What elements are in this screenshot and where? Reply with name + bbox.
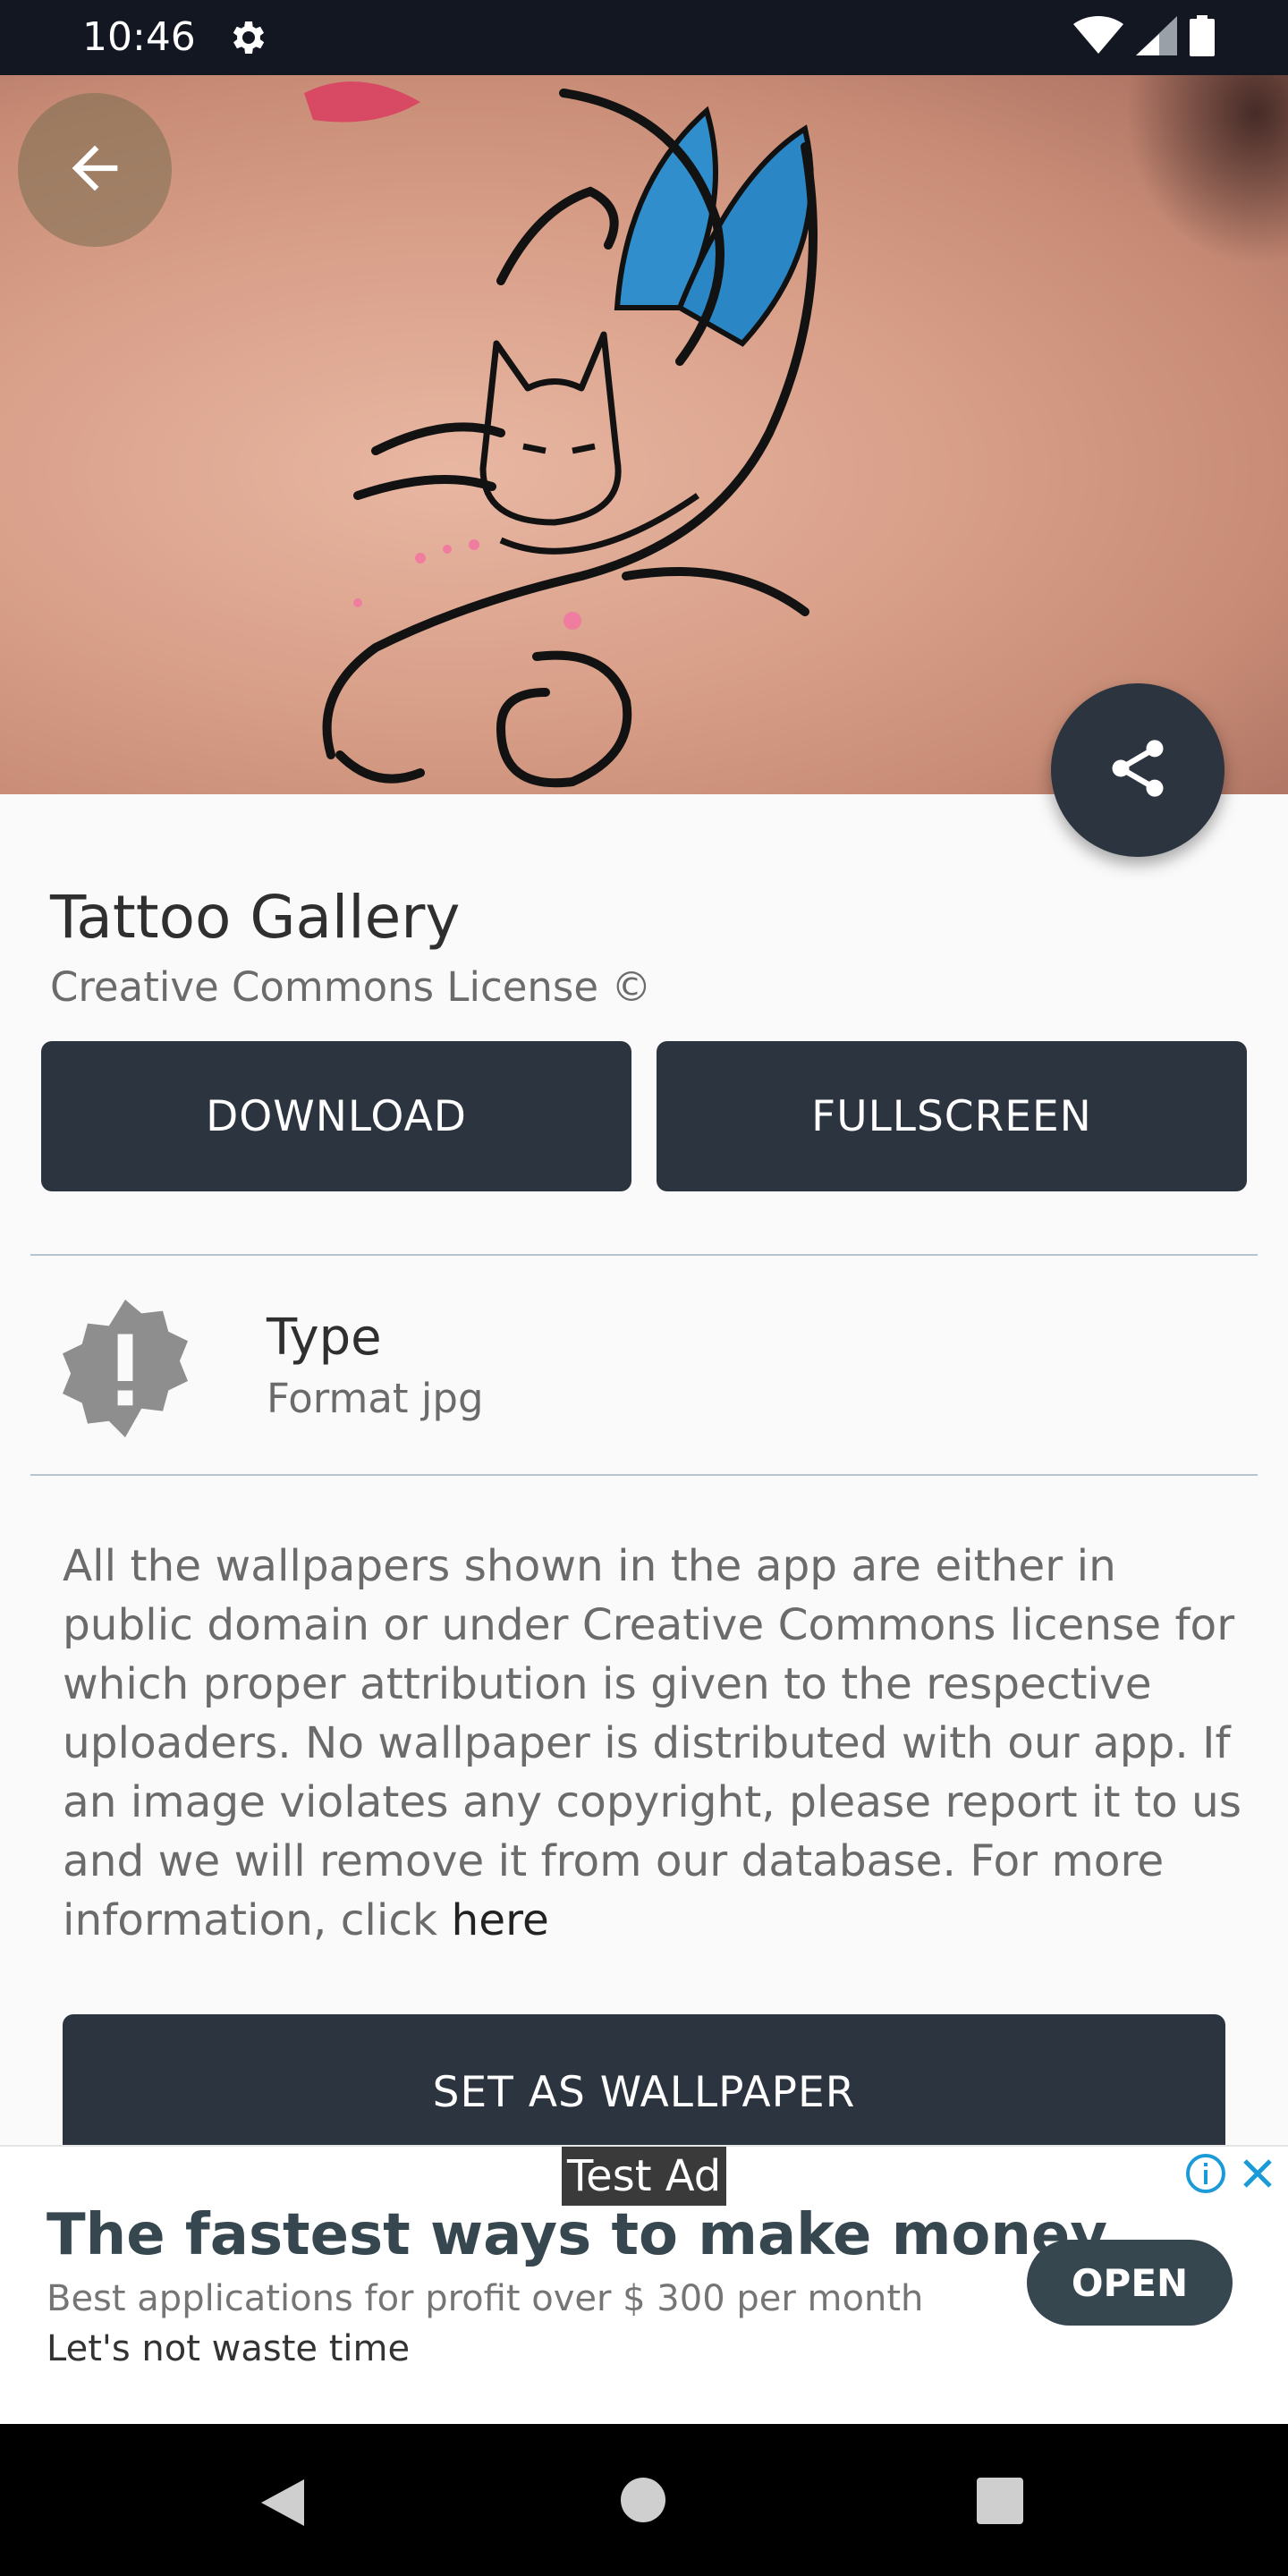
divider (30, 1474, 1258, 1476)
info-type-value: Format jpg (267, 1375, 484, 1422)
status-bar: 10:46 (0, 0, 1288, 75)
nav-recents-icon[interactable] (977, 2478, 1023, 2524)
license-text: Creative Commons License © (50, 963, 652, 1011)
arrow-left-icon (61, 134, 129, 206)
divider (30, 1254, 1258, 1256)
disclaimer-text: All the wallpapers shown in the app are … (63, 1537, 1252, 1950)
more-info-link[interactable]: here (452, 1895, 549, 1945)
system-nav-bar (0, 2424, 1288, 2576)
ad-body: Best applications for profit over $ 300 … (47, 2274, 977, 2374)
wifi-icon (1073, 16, 1123, 59)
nav-home-icon[interactable] (621, 2478, 665, 2522)
close-icon[interactable] (1236, 2152, 1279, 2199)
battery-icon (1190, 15, 1215, 60)
info-type-label: Type (267, 1309, 382, 1367)
status-time: 10:46 (82, 14, 196, 60)
fullscreen-button[interactable]: FULLSCREEN (657, 1041, 1247, 1191)
ad-body-text: Best applications for profit over $ 300 … (47, 2278, 924, 2319)
wallpaper-image[interactable] (0, 75, 1288, 794)
ad-open-button[interactable]: OPEN (1027, 2240, 1233, 2326)
status-icons (1073, 15, 1215, 60)
signal-icon (1136, 16, 1177, 59)
nav-back-icon[interactable] (258, 2476, 308, 2533)
download-button[interactable]: DOWNLOAD (41, 1041, 631, 1191)
gear-icon (227, 16, 270, 59)
share-button[interactable] (1051, 683, 1224, 857)
ad-banner[interactable]: Test Ad The fastest ways to make money B… (0, 2145, 1288, 2424)
ad-headline[interactable]: The fastest ways to make money (47, 2195, 1107, 2275)
back-button[interactable] (18, 93, 172, 247)
ad-controls (1184, 2152, 1279, 2199)
alert-badge-icon (50, 1293, 200, 1444)
wallpaper-title: Tattoo Gallery (50, 883, 461, 952)
ad-body-tail: Let's not waste time (47, 2328, 411, 2369)
disclaimer-body: All the wallpapers shown in the app are … (63, 1541, 1242, 1945)
info-icon[interactable] (1184, 2152, 1227, 2199)
share-icon (1104, 734, 1172, 806)
tattoo-illustration (304, 75, 1288, 788)
